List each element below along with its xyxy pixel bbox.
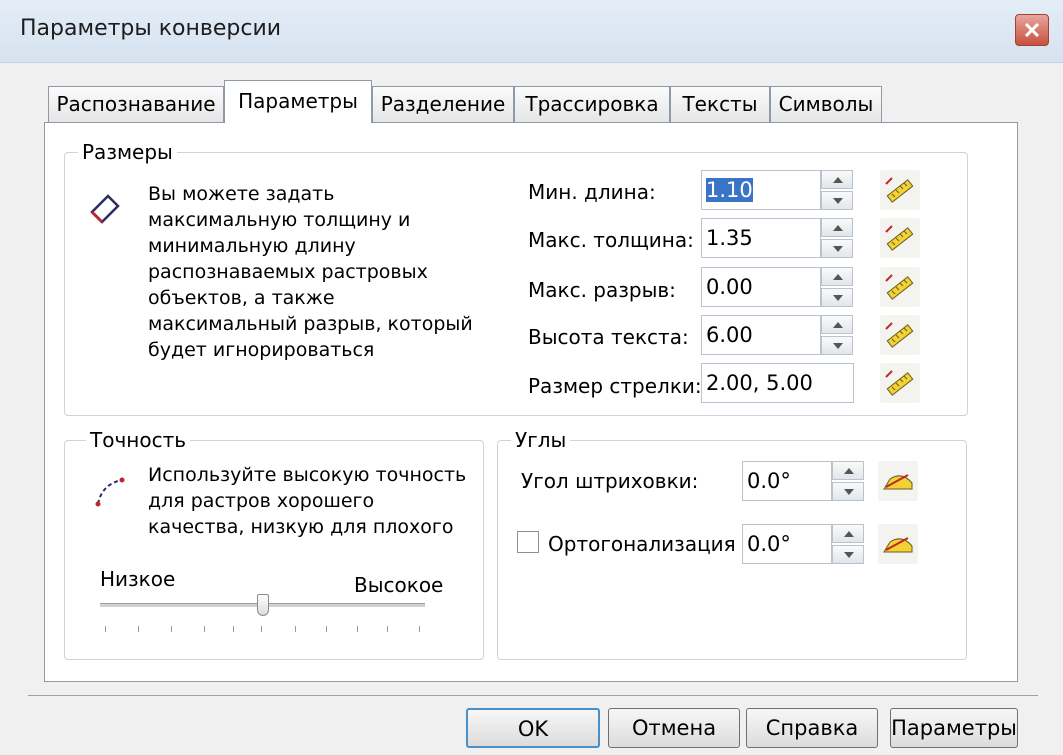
arrow-down-icon bbox=[833, 343, 843, 349]
desc-line: максимальную толщину и bbox=[148, 209, 411, 231]
slider-tick bbox=[295, 626, 296, 632]
arrow-down-icon bbox=[844, 552, 854, 558]
high-label: Высокое bbox=[354, 573, 444, 597]
slider-tick bbox=[419, 626, 420, 632]
max-thickness-spinner[interactable] bbox=[821, 218, 853, 258]
desc-line: для растров хорошего bbox=[148, 490, 375, 512]
min-length-label: Мин. длина: bbox=[528, 180, 656, 204]
hatch-angle-label: Угол штриховки: bbox=[521, 469, 699, 493]
slider-tick bbox=[357, 626, 358, 632]
hatch-angle-spinner[interactable] bbox=[832, 461, 864, 501]
measure-button[interactable] bbox=[880, 218, 920, 258]
spin-up[interactable] bbox=[821, 267, 853, 286]
text-height-spinner[interactable] bbox=[821, 315, 853, 355]
protractor-icon bbox=[883, 474, 913, 490]
hatch-angle-input[interactable]: 0.0° bbox=[742, 461, 832, 501]
measure-button[interactable] bbox=[880, 363, 920, 403]
spin-up[interactable] bbox=[821, 170, 853, 189]
spin-down[interactable] bbox=[821, 336, 853, 355]
ortho-angle-input[interactable]: 0.0° bbox=[742, 524, 832, 564]
spin-down[interactable] bbox=[821, 288, 853, 307]
sizes-legend: Размеры bbox=[78, 140, 177, 164]
text-height-input[interactable]: 6.00 bbox=[701, 315, 821, 355]
measure-button[interactable] bbox=[880, 315, 920, 355]
panel-content: Размеры Вы можете задать максимальную то… bbox=[0, 0, 1063, 755]
protractor-icon bbox=[883, 537, 913, 553]
conversion-dialog: Параметры конверсии Распознавание Параме… bbox=[0, 0, 1063, 755]
desc-line: Вы можете задать bbox=[148, 183, 335, 205]
measure-button[interactable] bbox=[880, 170, 920, 210]
desc-line: Используйте высокую точность bbox=[148, 464, 467, 486]
slider-tick bbox=[138, 626, 139, 632]
arrow-size-input[interactable]: 2.00, 5.00 bbox=[701, 363, 854, 403]
spin-down[interactable] bbox=[821, 191, 853, 210]
desc-line: будет игнорироваться bbox=[148, 339, 375, 361]
spin-down[interactable] bbox=[832, 545, 864, 564]
max-gap-spinner[interactable] bbox=[821, 267, 853, 307]
arrow-size-label: Размер стрелки: bbox=[528, 374, 702, 398]
orthogonalization-label: Ортогонализация bbox=[548, 532, 736, 556]
arrow-up-icon bbox=[833, 322, 843, 328]
max-gap-input[interactable]: 0.00 bbox=[701, 267, 821, 307]
slider-tick bbox=[105, 626, 106, 632]
arrow-up-icon bbox=[833, 274, 843, 280]
precision-curve-icon bbox=[95, 477, 125, 507]
arrow-up-icon bbox=[844, 531, 854, 537]
ruler-pick-icon bbox=[885, 274, 914, 300]
measure-button[interactable] bbox=[880, 267, 920, 307]
ruler-pick-icon bbox=[885, 322, 914, 348]
accuracy-slider-thumb[interactable] bbox=[256, 594, 269, 616]
arrow-up-icon bbox=[844, 468, 854, 474]
arrow-down-icon bbox=[844, 489, 854, 495]
spin-up[interactable] bbox=[821, 315, 853, 334]
accuracy-description: Используйте высокую точность для растров… bbox=[148, 462, 466, 540]
accuracy-legend: Точность bbox=[86, 428, 191, 452]
spin-down[interactable] bbox=[832, 482, 864, 501]
spin-up[interactable] bbox=[832, 461, 864, 480]
angles-legend: Углы bbox=[511, 428, 571, 452]
desc-line: минимальную длину bbox=[148, 235, 356, 257]
spin-down[interactable] bbox=[821, 239, 853, 258]
desc-line: распознаваемых растровых bbox=[148, 261, 428, 283]
max-gap-label: Макс. разрыв: bbox=[528, 278, 676, 302]
arrow-down-icon bbox=[833, 198, 843, 204]
min-length-value: 1.10 bbox=[706, 178, 753, 202]
sizes-description: Вы можете задать максимальную толщину и … bbox=[148, 181, 473, 363]
slider-tick bbox=[387, 626, 388, 632]
orthogonalization-checkbox[interactable] bbox=[517, 531, 539, 553]
min-length-input[interactable]: 1.10 bbox=[701, 170, 821, 210]
line-width-icon bbox=[90, 194, 120, 224]
ruler-pick-icon bbox=[885, 177, 914, 203]
arrow-up-icon bbox=[833, 177, 843, 183]
text-height-label: Высота текста: bbox=[528, 325, 689, 349]
ruler-pick-icon bbox=[885, 225, 914, 251]
arrow-up-icon bbox=[833, 225, 843, 231]
slider-tick bbox=[326, 626, 327, 632]
slider-tick bbox=[171, 626, 172, 632]
slider-tick bbox=[233, 626, 234, 632]
slider-tick bbox=[261, 626, 262, 632]
ortho-angle-spinner[interactable] bbox=[832, 524, 864, 564]
low-label: Низкое bbox=[100, 567, 176, 591]
spin-up[interactable] bbox=[821, 218, 853, 237]
spin-up[interactable] bbox=[832, 524, 864, 543]
desc-line: максимальный разрыв, который bbox=[148, 313, 473, 335]
min-length-spinner[interactable] bbox=[821, 170, 853, 210]
max-thickness-input[interactable]: 1.35 bbox=[701, 218, 821, 258]
angle-pick-button[interactable] bbox=[878, 524, 918, 564]
max-thickness-label: Макс. толщина: bbox=[528, 228, 694, 252]
desc-line: объектов, а также bbox=[148, 287, 335, 309]
arrow-down-icon bbox=[833, 246, 843, 252]
desc-line: качества, низкую для плохого bbox=[148, 516, 454, 538]
angle-pick-button[interactable] bbox=[878, 461, 918, 501]
ruler-pick-icon bbox=[885, 370, 914, 396]
slider-tick bbox=[204, 626, 205, 632]
arrow-down-icon bbox=[833, 295, 843, 301]
